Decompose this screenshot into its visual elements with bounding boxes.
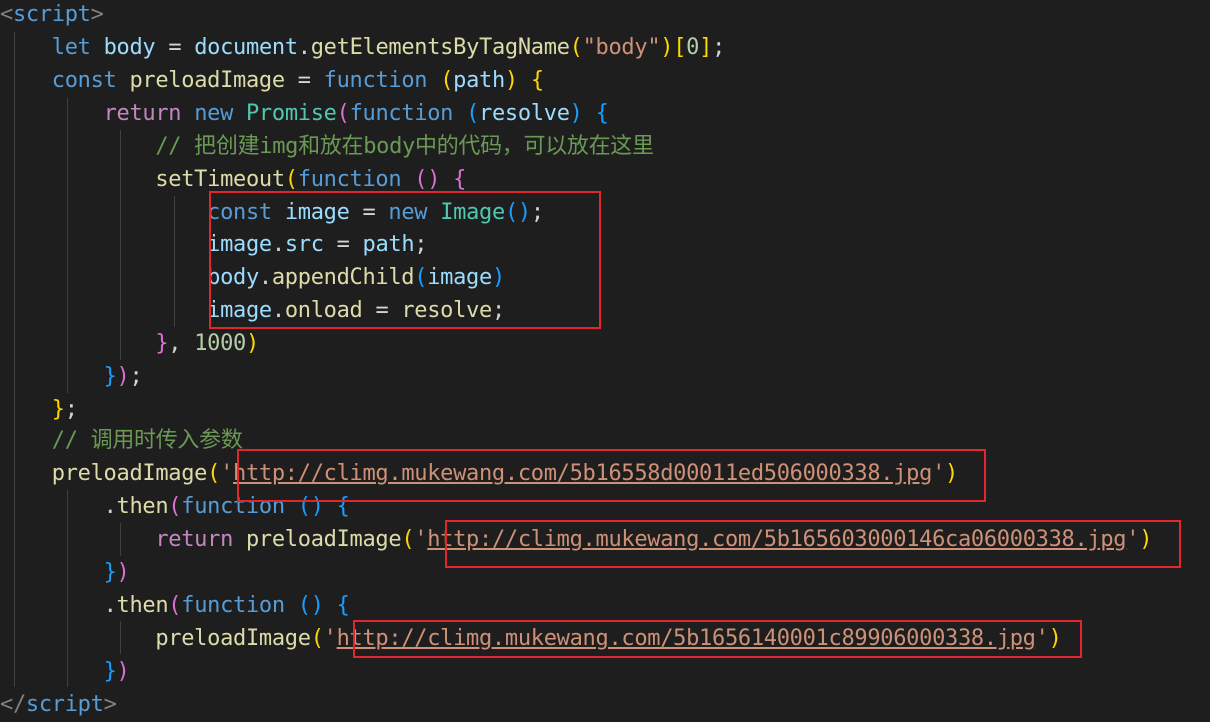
code-line-13[interactable]: }; bbox=[0, 393, 78, 426]
keyword: return bbox=[103, 101, 182, 126]
identifier: document bbox=[194, 35, 298, 60]
number-literal: 0 bbox=[686, 35, 700, 60]
function-name: setTimeout bbox=[155, 167, 285, 192]
code-line-22[interactable]: </script> bbox=[0, 688, 117, 721]
keyword: function bbox=[297, 167, 402, 192]
parameter: resolve bbox=[479, 101, 570, 126]
function-name: preloadImage bbox=[129, 68, 285, 93]
keyword: return bbox=[155, 527, 234, 552]
highlight-box-url-2 bbox=[445, 520, 1181, 568]
code-line-11[interactable]: }, 1000) bbox=[0, 327, 259, 360]
function-name: preloadImage bbox=[51, 461, 208, 486]
identifier: body bbox=[103, 35, 156, 60]
code-comment: // 把创建img和放在body中的代码，可以放在这里 bbox=[155, 134, 654, 159]
keyword: let bbox=[51, 35, 91, 60]
code-comment: // 调用时传入参数 bbox=[51, 428, 243, 453]
function-name: preloadImage bbox=[155, 626, 311, 651]
code-line-18[interactable]: }) bbox=[0, 556, 130, 589]
code-line-3[interactable]: const preloadImage = function (path) { bbox=[0, 64, 544, 97]
function-name: then bbox=[116, 593, 169, 618]
function-name: getElementsByTagName bbox=[310, 35, 570, 60]
keyword: function bbox=[349, 101, 454, 126]
code-line-1[interactable]: <script> bbox=[0, 0, 104, 31]
code-line-21[interactable]: }) bbox=[0, 655, 130, 688]
function-name: then bbox=[116, 494, 169, 519]
code-line-14[interactable]: // 调用时传入参数 bbox=[0, 424, 243, 457]
keyword: function bbox=[181, 593, 285, 618]
code-line-19[interactable]: .then(function () { bbox=[0, 589, 350, 622]
keyword: function bbox=[323, 68, 428, 93]
function-name: preloadImage bbox=[245, 527, 402, 552]
class-name: Promise bbox=[245, 101, 337, 126]
highlight-box-image-block bbox=[209, 191, 601, 329]
code-line-5[interactable]: // 把创建img和放在body中的代码，可以放在这里 bbox=[0, 130, 654, 163]
code-line-4[interactable]: return new Promise(function (resolve) { bbox=[0, 97, 609, 130]
keyword: const bbox=[51, 68, 117, 93]
code-line-2[interactable]: let body = document.getElementsByTagName… bbox=[0, 31, 726, 64]
code-editor[interactable]: <script> let body = document.getElements… bbox=[0, 0, 1210, 722]
number-literal: 1000 bbox=[194, 331, 246, 356]
string-literal: "body" bbox=[582, 35, 661, 60]
code-line-12[interactable]: }); bbox=[0, 360, 143, 393]
script-open-tag: script bbox=[12, 2, 91, 27]
keyword: new bbox=[194, 101, 234, 126]
parameter: path bbox=[453, 68, 505, 93]
highlight-box-url-3 bbox=[353, 620, 1082, 658]
script-close-tag: script bbox=[25, 692, 104, 717]
highlight-box-url-1 bbox=[237, 449, 986, 502]
